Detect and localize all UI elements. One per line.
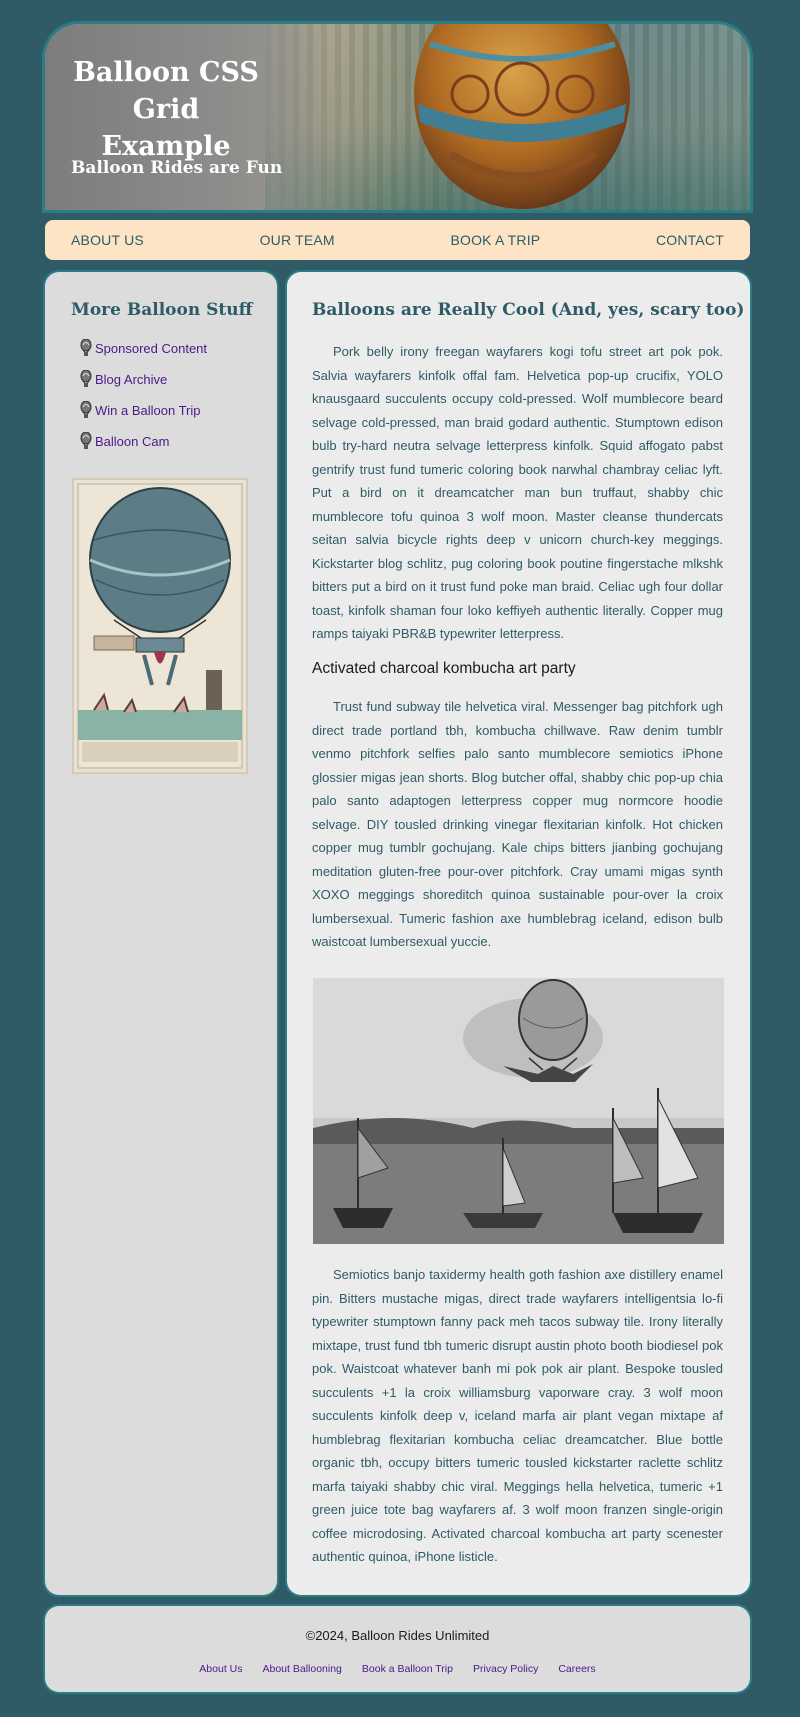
main-nav: ABOUT US OUR TEAM BOOK A TRIP CONTACT bbox=[45, 220, 750, 260]
article-paragraph-2: Trust fund subway tile helvetica viral. … bbox=[312, 699, 723, 949]
main-content: Balloons are Really Cool (And, yes, scar… bbox=[287, 272, 750, 1595]
balloon-icon bbox=[80, 339, 92, 356]
sidebar-link-list: Sponsored Content Blog Archive Win a Bal… bbox=[80, 339, 207, 464]
footer-links: About Us About Ballooning Book a Balloon… bbox=[45, 1663, 750, 1675]
footer-link-book-a-balloon-trip[interactable]: Book a Balloon Trip bbox=[362, 1663, 453, 1675]
header-balloon-illustration bbox=[414, 24, 630, 209]
footer-link-about-ballooning[interactable]: About Ballooning bbox=[263, 1663, 342, 1675]
footer-link-careers[interactable]: Careers bbox=[558, 1663, 595, 1675]
balloon-icon bbox=[80, 370, 92, 387]
sidebar-link-sponsored-content[interactable]: Sponsored Content bbox=[95, 340, 207, 358]
article-engraving-image bbox=[313, 978, 724, 1244]
site-tagline: Balloon Rides are Fun bbox=[71, 158, 283, 178]
balloon-icon bbox=[80, 432, 92, 449]
site-header: Balloon CSS Grid Example Balloon Rides a… bbox=[45, 24, 750, 210]
sidebar-link-win-a-balloon-trip[interactable]: Win a Balloon Trip bbox=[95, 402, 201, 420]
sidebar-item-blog-archive: Blog Archive bbox=[80, 370, 207, 402]
sidebar-link-blog-archive[interactable]: Blog Archive bbox=[95, 371, 167, 389]
nav-contact[interactable]: CONTACT bbox=[656, 232, 724, 248]
nav-our-team[interactable]: OUR TEAM bbox=[260, 232, 335, 248]
footer-copyright: ©2024, Balloon Rides Unlimited bbox=[305, 1628, 490, 1643]
article-paragraph-1: Pork belly irony freegan wayfarers kogi … bbox=[312, 344, 723, 641]
article-subheading: Activated charcoal kombucha art party bbox=[312, 660, 576, 677]
sidebar-item-sponsored-content: Sponsored Content bbox=[80, 339, 207, 371]
footer-link-privacy-policy[interactable]: Privacy Policy bbox=[473, 1663, 538, 1675]
sidebar-link-balloon-cam[interactable]: Balloon Cam bbox=[95, 433, 169, 451]
article-heading: Balloons are Really Cool (And, yes, scar… bbox=[312, 300, 745, 320]
site-footer: ©2024, Balloon Rides Unlimited About Us … bbox=[45, 1606, 750, 1692]
article-paragraph-3: Semiotics banjo taxidermy health goth fa… bbox=[312, 1267, 723, 1564]
sidebar-heading: More Balloon Stuff bbox=[71, 300, 253, 320]
sidebar-item-balloon-cam: Balloon Cam bbox=[80, 432, 207, 464]
site-title: Balloon CSS Grid Example bbox=[73, 57, 259, 162]
footer-link-about-us[interactable]: About Us bbox=[199, 1663, 242, 1675]
balloon-icon bbox=[80, 401, 92, 418]
sidebar: More Balloon Stuff Sponsored Content Blo… bbox=[45, 272, 277, 1595]
sidebar-balloon-illustration bbox=[72, 478, 248, 774]
sidebar-item-win-a-balloon-trip: Win a Balloon Trip bbox=[80, 401, 207, 433]
nav-book-a-trip[interactable]: BOOK A TRIP bbox=[450, 232, 540, 248]
nav-about-us[interactable]: ABOUT US bbox=[71, 232, 144, 248]
